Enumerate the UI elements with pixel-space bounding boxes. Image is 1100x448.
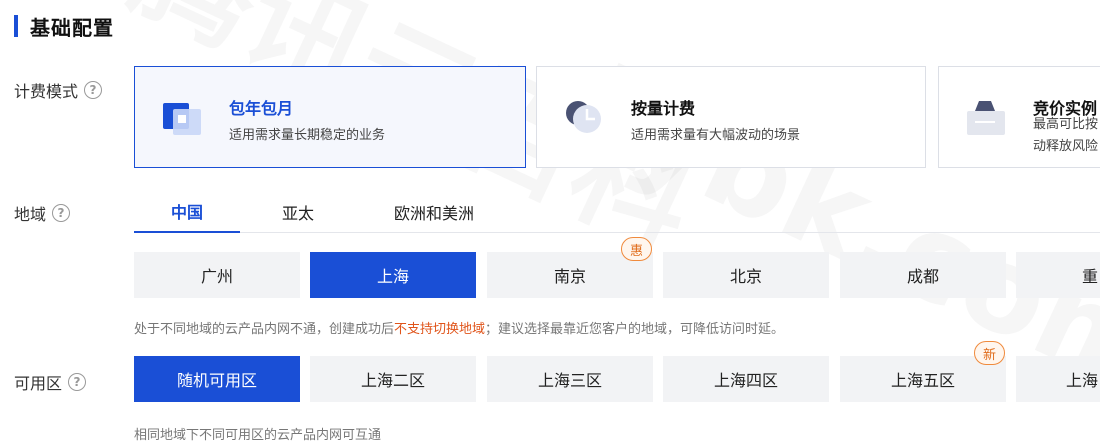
- zone-option-shanghai-4[interactable]: 上海四区: [663, 356, 829, 402]
- region-option-nanjing[interactable]: 南京 惠: [487, 237, 653, 298]
- billing-card-desc: 适用需求量长期稳定的业务: [229, 128, 386, 143]
- zone-option-shanghai-3[interactable]: 上海三区: [487, 356, 653, 402]
- section-header: 基础配置: [14, 12, 114, 40]
- region-hint-warning: 不支持切换地域: [394, 322, 486, 337]
- zone-option-label: 随机可用区: [176, 371, 257, 390]
- zone-option-label: 上海: [1066, 371, 1099, 390]
- zone-option-random[interactable]: 随机可用区: [134, 356, 300, 402]
- zone-option-shanghai-5[interactable]: 上海五区 新: [840, 341, 1006, 402]
- billing-card-desc: 最高可比按: [1033, 117, 1099, 132]
- help-icon[interactable]: ?: [52, 204, 71, 222]
- help-icon[interactable]: ?: [68, 373, 87, 391]
- region-tabs: 中国 亚太 欧洲和美洲: [134, 190, 1100, 233]
- zone-hint: 相同地域下不同可用区的云产品内网可互通: [134, 428, 382, 443]
- section-title: 基础配置: [30, 15, 114, 40]
- tab-china[interactable]: 中国: [134, 190, 240, 233]
- billing-card-title: 包年包月: [229, 99, 294, 118]
- zone-option-label: 上海二区: [360, 371, 425, 390]
- region-option-label: 成都: [906, 267, 939, 286]
- billing-card-spot[interactable]: 竞价实例 最高可比按 动释放风险: [938, 66, 1100, 168]
- zone-option-label: 上海四区: [713, 371, 778, 390]
- discount-badge: 惠: [621, 237, 653, 261]
- zone-label: 可用区 ?: [14, 370, 87, 394]
- region-option-beijing[interactable]: 北京: [663, 252, 829, 298]
- region-option-guangzhou[interactable]: 广州: [134, 252, 300, 298]
- zone-option-label: 上海五区: [890, 371, 955, 390]
- billing-card-desc: 适用需求量有大幅波动的场景: [631, 128, 801, 143]
- section-accent-bar: [14, 15, 18, 37]
- zone-option-label: 上海三区: [537, 371, 602, 390]
- billing-card-postpaid[interactable]: 按量计费 适用需求量有大幅波动的场景: [536, 66, 926, 168]
- tab-asia-pacific[interactable]: 亚太: [258, 190, 338, 233]
- region-option-label: 上海: [376, 267, 409, 286]
- tag-icon: [967, 101, 1005, 135]
- billing-card-prepaid[interactable]: 包年包月 适用需求量长期稳定的业务: [134, 66, 526, 168]
- region-option-label: 重: [1082, 267, 1099, 286]
- zone-option-shanghai-6[interactable]: 上海: [1016, 356, 1100, 402]
- zone-label-text: 可用区: [14, 374, 63, 393]
- region-hint: 处于不同地域的云产品内网不通，创建成功后不支持切换地域；建议选择最靠近您客户的地…: [134, 318, 784, 337]
- region-hint-text: 处于不同地域的云产品内网不通，创建成功后: [134, 322, 395, 337]
- billing-label: 计费模式 ?: [14, 78, 103, 102]
- region-label: 地域 ?: [14, 201, 71, 225]
- billing-card-title: 按量计费: [631, 99, 696, 118]
- help-icon[interactable]: ?: [84, 81, 103, 99]
- region-hint-text-end: ；建议选择最靠近您客户的地域，可降低访问时延。: [485, 322, 785, 337]
- region-option-chengdu[interactable]: 成都: [840, 252, 1006, 298]
- billing-label-text: 计费模式: [14, 82, 79, 101]
- region-option-shanghai[interactable]: 上海: [310, 252, 476, 298]
- region-option-label: 北京: [729, 267, 762, 286]
- region-option-chongqing[interactable]: 重: [1016, 252, 1100, 298]
- region-label-text: 地域: [14, 205, 47, 224]
- region-option-label: 南京: [553, 267, 586, 286]
- clock-icon: [566, 101, 601, 133]
- tab-europe-america[interactable]: 欧洲和美洲: [374, 190, 494, 233]
- billing-card-desc-2: 动释放风险: [1033, 139, 1099, 154]
- zone-option-shanghai-2[interactable]: 上海二区: [310, 356, 476, 402]
- new-badge: 新: [974, 341, 1006, 365]
- calendar-icon: [163, 103, 201, 135]
- region-option-label: 广州: [200, 267, 233, 286]
